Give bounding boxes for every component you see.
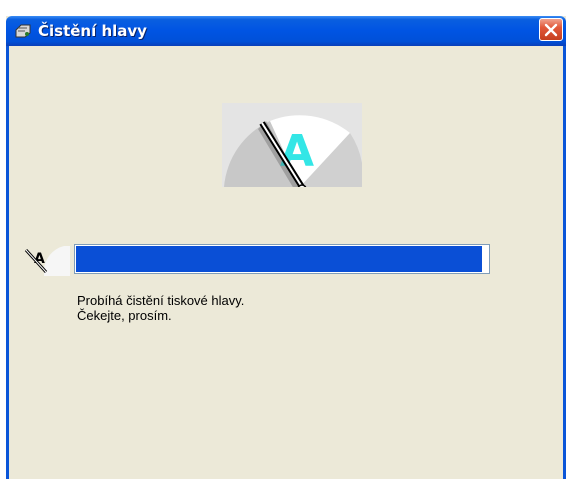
status-message-line-1: Probíhá čistění tiskové hlavy. [77, 293, 245, 308]
window-frame-left [6, 46, 9, 479]
status-message-line-2: Čekejte, prosím. [77, 308, 172, 323]
close-icon [544, 23, 558, 37]
cleaning-dialog: Čistění hlavy A A Probíhá čistění tiskov… [6, 16, 566, 479]
status-message: Probíhá čistění tiskové hlavy. Čekejte, … [77, 293, 244, 323]
window-title: Čistění hlavy [38, 22, 147, 40]
print-head-wiper-icon: A [222, 103, 362, 187]
wiper-small-icon: A [24, 246, 70, 276]
close-button[interactable] [539, 18, 563, 41]
title-bar[interactable]: Čistění hlavy [6, 16, 566, 46]
progress-fill [76, 246, 482, 272]
printer-icon [13, 22, 33, 40]
cleaning-progress-bar [74, 244, 490, 274]
